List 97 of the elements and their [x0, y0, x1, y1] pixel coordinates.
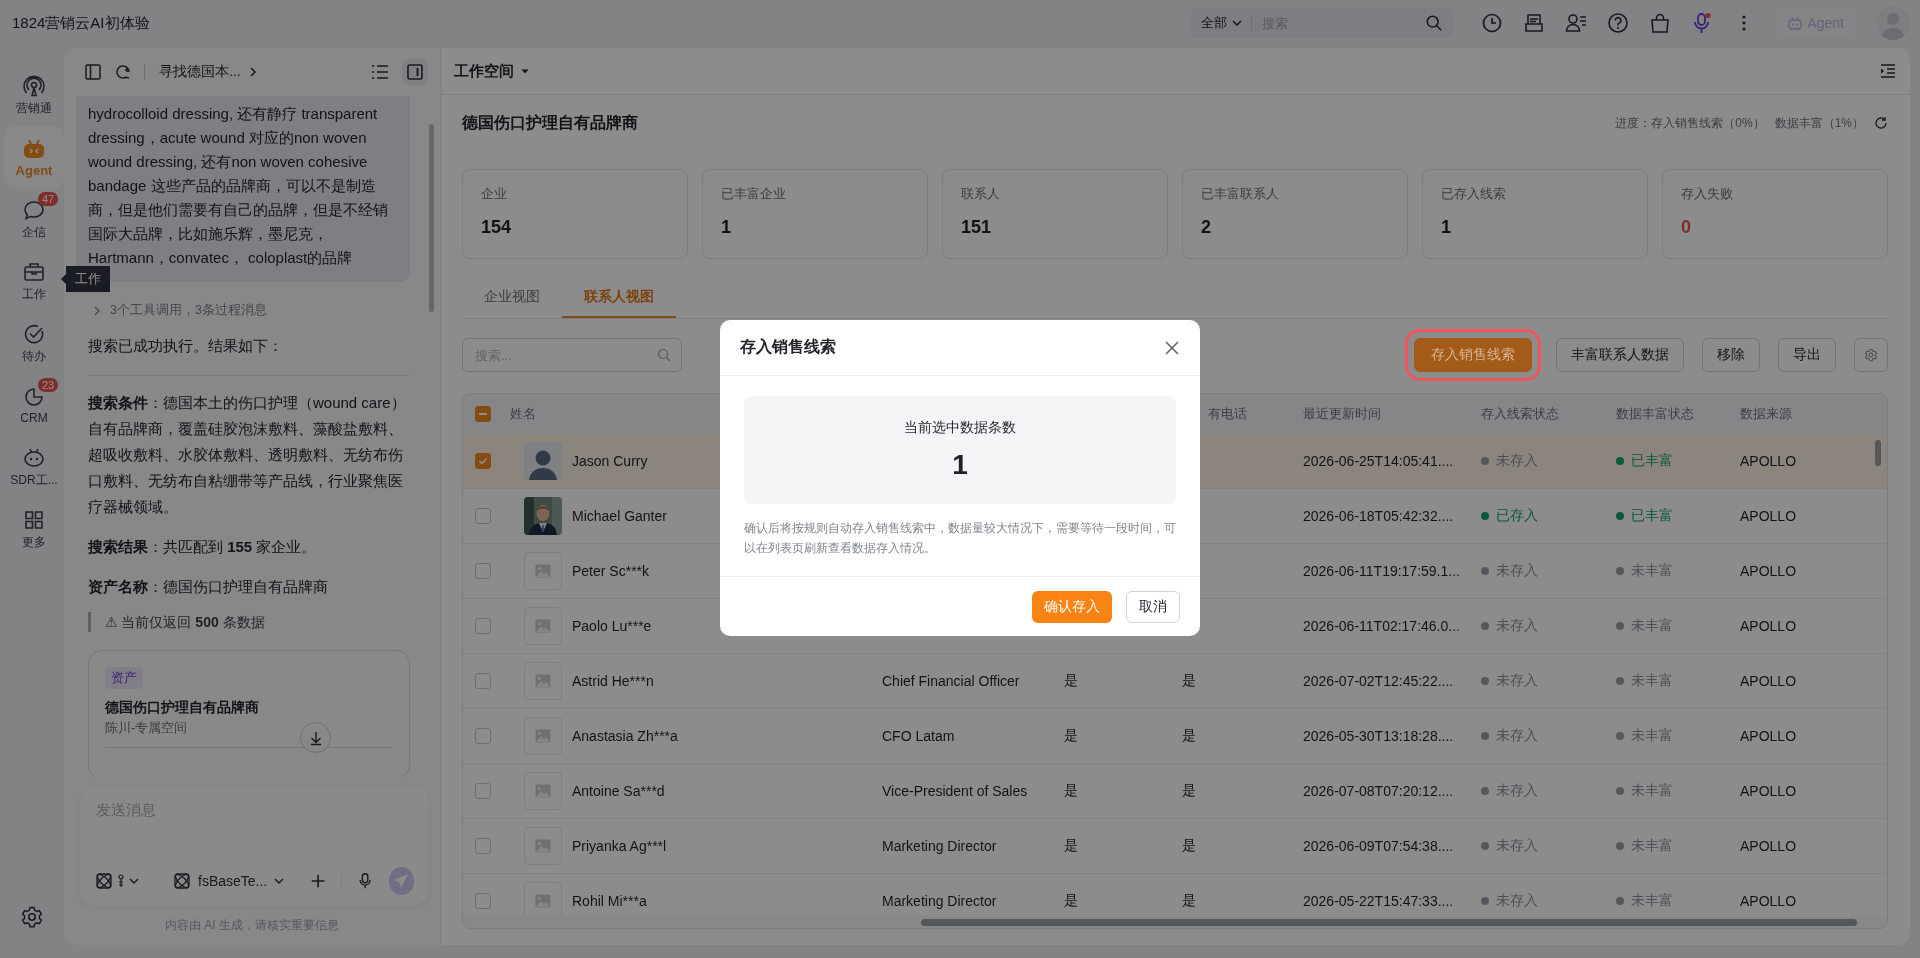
data-source: APOLLO	[1740, 838, 1797, 854]
progress-text: 数据丰富（1%）	[1774, 114, 1864, 132]
message-text: 搜索已成功执行。结果如下：	[88, 336, 284, 356]
contact-name: Priyanka Ag***l	[572, 838, 667, 854]
enrich-status: 未丰富	[1631, 892, 1673, 910]
enrich-status: 未丰富	[1631, 562, 1673, 580]
enrich-status: 已丰富	[1631, 507, 1673, 525]
table-cell: 是	[1182, 672, 1196, 688]
job-title: Vice-President of Sales	[882, 783, 1028, 799]
updated-time: 2026-06-09T07:54:38....	[1303, 838, 1454, 854]
tooltip: 工作	[61, 266, 110, 292]
dialog-note: 确认后将按规则自动存入销售线索中，数据量较大情况下，需要等待一段时间，可以在列表页刷新查看数据存入情况。	[744, 520, 1176, 557]
card-title: 德国伤口护理自有品牌商	[105, 699, 259, 717]
table-cell: 是	[1064, 892, 1078, 908]
updated-time: 2026-06-18T05:42:32....	[1303, 508, 1454, 524]
updated-time: 2026-05-30T13:18:28....	[1303, 728, 1454, 744]
message-text: 搜索结果：共匹配到 155 家企业。	[88, 537, 318, 557]
stat-label: 已存入线索	[1441, 186, 1507, 203]
table-cell: 是	[1182, 892, 1196, 908]
data-source: APOLLO	[1740, 618, 1797, 634]
lead-status: 未存入	[1496, 562, 1538, 580]
page-title: 德国伤口护理自有品牌商	[462, 112, 638, 133]
message-text: 搜索条件：德国本土的伤口护理（wound care）自有品牌商，覆盖硅胶泡沫敷料、藻酸盐敷料、超吸收敷料、水胶体敷料、透明敷料、无纺布伤口敷料、无纺布自粘绷带等产品线，行业聚焦医疗器械领域。	[88, 393, 407, 517]
count-badge: 23	[38, 378, 59, 392]
job-title: Marketing Director	[882, 838, 997, 854]
updated-time: 2026-05-22T15:47:33....	[1303, 893, 1454, 909]
column-header: 最近更新时间	[1303, 405, 1382, 423]
lead-status: 未存入	[1496, 892, 1538, 910]
stat-label: 存入失败	[1681, 186, 1734, 203]
stat-label: 联系人	[961, 186, 1001, 203]
column-header: 数据丰富状态	[1616, 405, 1695, 423]
column-header: 存入线索状态	[1481, 405, 1560, 423]
lead-status: 未存入	[1496, 672, 1538, 690]
data-source: APOLLO	[1740, 728, 1797, 744]
lead-status: 已存入	[1496, 507, 1538, 525]
stat-value: 2	[1201, 217, 1212, 238]
stat-label: 已丰富企业	[721, 186, 787, 203]
table-cell: 是	[1064, 782, 1078, 798]
updated-time: 2026-06-11T19:17:59.1...	[1303, 563, 1460, 579]
enrich-status: 已丰富	[1631, 452, 1673, 470]
table-cell: 是	[1182, 727, 1196, 743]
data-source: APOLLO	[1740, 893, 1797, 909]
contact-name: Astrid He***n	[572, 673, 654, 689]
contact-name: Michael Ganter	[572, 508, 667, 524]
progress-text: 进度：存入销售线索（0%）	[1615, 114, 1765, 132]
count-value: 1	[952, 449, 968, 481]
stat-label: 企业	[481, 186, 508, 203]
table-cell: 是	[1182, 837, 1196, 853]
lead-status: 未存入	[1496, 782, 1538, 800]
contact-name: Peter Sc***k	[572, 563, 650, 579]
contact-name: Jason Curry	[572, 453, 648, 469]
asset-tag: 资产	[105, 667, 143, 689]
column-header: 有电话	[1207, 405, 1248, 423]
data-source: APOLLO	[1740, 508, 1797, 524]
table-cell: 是	[1064, 727, 1078, 743]
stat-value: 1	[1441, 217, 1452, 238]
data-source: APOLLO	[1740, 783, 1797, 799]
contact-name: Rohil Mi***a	[572, 893, 647, 909]
stat-value: 154	[481, 217, 513, 238]
column-header: 姓名	[510, 405, 537, 423]
enrich-status: 未丰富	[1631, 727, 1673, 745]
job-title: Chief Financial Officer	[882, 673, 1020, 689]
lead-status: 未存入	[1496, 727, 1538, 745]
contact-name: Anastasia Zh***a	[572, 728, 678, 744]
enrich-status: 未丰富	[1631, 672, 1673, 690]
table-cell: 是	[1064, 672, 1078, 688]
updated-time: 2026-06-25T14:05:41....	[1303, 453, 1454, 469]
lead-status: 未存入	[1496, 617, 1538, 635]
job-title: Marketing Director	[882, 893, 997, 909]
stat-value: 151	[961, 217, 993, 238]
data-source: APOLLO	[1740, 673, 1797, 689]
stat-value: 0	[1681, 217, 1692, 238]
message-text: 资产名称：德国伤口护理自有品牌商	[88, 577, 329, 597]
enrich-status: 未丰富	[1631, 617, 1673, 635]
column-header: 数据来源	[1740, 405, 1793, 423]
updated-time: 2026-07-08T07:20:12....	[1303, 783, 1454, 799]
data-source: APOLLO	[1740, 453, 1797, 469]
updated-time: 2026-07-02T12:45:22....	[1303, 673, 1454, 689]
contact-name: Paolo Lu***e	[572, 618, 652, 634]
lead-status: 未存入	[1496, 837, 1538, 855]
count-badge: 47	[38, 192, 59, 206]
updated-time: 2026-06-11T02:17:46.0...	[1303, 618, 1460, 634]
job-title: CFO Latam	[882, 728, 955, 744]
card-subtitle: 陈川-专属空间	[105, 719, 188, 737]
table-cell: 是	[1182, 782, 1196, 798]
enrich-status: 未丰富	[1631, 782, 1673, 800]
contact-name: Antoine Sa***d	[572, 783, 665, 799]
lead-status: 未存入	[1496, 452, 1538, 470]
app-title: 1824营销云AI初体验	[12, 13, 150, 33]
stat-value: 1	[721, 217, 732, 238]
count-label: 当前选中数据条数	[904, 419, 1016, 437]
dialog-title: 存入销售线索	[740, 337, 836, 357]
warning-note: ⚠ 当前仅返回 500 条数据	[88, 612, 410, 632]
data-source: APOLLO	[1740, 563, 1797, 579]
table-cell: 是	[1064, 837, 1078, 853]
enrich-status: 未丰富	[1631, 837, 1673, 855]
stat-label: 已丰富联系人	[1201, 186, 1280, 203]
